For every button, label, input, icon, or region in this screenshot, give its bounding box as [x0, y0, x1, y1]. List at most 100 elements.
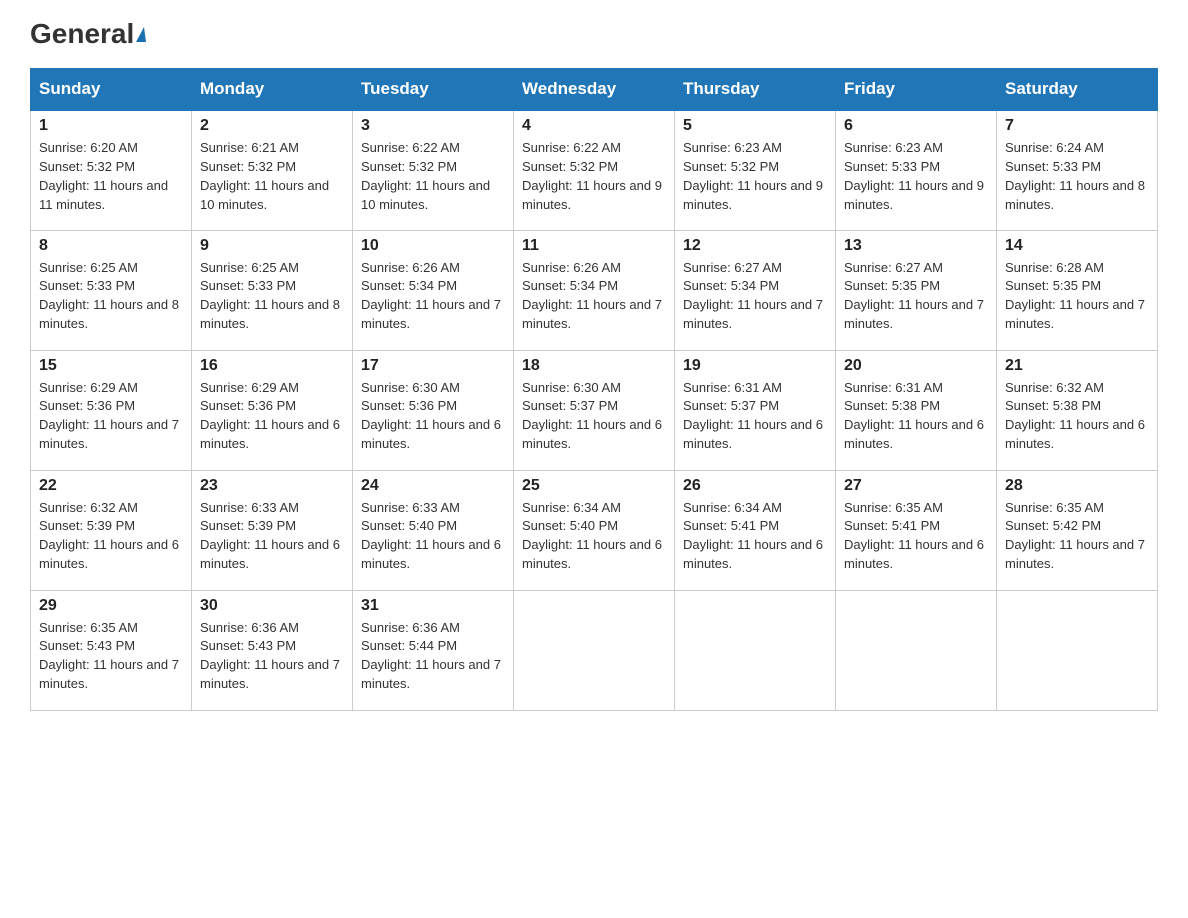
calendar-cell: 2 Sunrise: 6:21 AMSunset: 5:32 PMDayligh…: [192, 110, 353, 230]
day-info: Sunrise: 6:29 AMSunset: 5:36 PMDaylight:…: [200, 380, 340, 452]
col-header-wednesday: Wednesday: [514, 69, 675, 111]
day-info: Sunrise: 6:32 AMSunset: 5:38 PMDaylight:…: [1005, 380, 1145, 452]
day-number: 3: [361, 117, 505, 135]
day-info: Sunrise: 6:30 AMSunset: 5:37 PMDaylight:…: [522, 380, 662, 452]
logo: General: [30, 20, 146, 50]
calendar-cell: 19 Sunrise: 6:31 AMSunset: 5:37 PMDaylig…: [675, 350, 836, 470]
day-number: 19: [683, 357, 827, 375]
day-number: 27: [844, 477, 988, 495]
day-number: 29: [39, 597, 183, 615]
day-info: Sunrise: 6:35 AMSunset: 5:41 PMDaylight:…: [844, 500, 984, 572]
calendar-cell: 24 Sunrise: 6:33 AMSunset: 5:40 PMDaylig…: [353, 470, 514, 590]
day-number: 4: [522, 117, 666, 135]
day-info: Sunrise: 6:36 AMSunset: 5:44 PMDaylight:…: [361, 620, 501, 692]
day-number: 6: [844, 117, 988, 135]
calendar-cell: 13 Sunrise: 6:27 AMSunset: 5:35 PMDaylig…: [836, 230, 997, 350]
calendar-cell: 30 Sunrise: 6:36 AMSunset: 5:43 PMDaylig…: [192, 590, 353, 710]
calendar-cell: 17 Sunrise: 6:30 AMSunset: 5:36 PMDaylig…: [353, 350, 514, 470]
calendar-cell: 6 Sunrise: 6:23 AMSunset: 5:33 PMDayligh…: [836, 110, 997, 230]
day-info: Sunrise: 6:35 AMSunset: 5:42 PMDaylight:…: [1005, 500, 1145, 572]
col-header-monday: Monday: [192, 69, 353, 111]
day-number: 17: [361, 357, 505, 375]
day-number: 11: [522, 237, 666, 255]
day-info: Sunrise: 6:22 AMSunset: 5:32 PMDaylight:…: [522, 140, 662, 212]
day-number: 15: [39, 357, 183, 375]
calendar-cell: 15 Sunrise: 6:29 AMSunset: 5:36 PMDaylig…: [31, 350, 192, 470]
day-info: Sunrise: 6:27 AMSunset: 5:35 PMDaylight:…: [844, 260, 984, 332]
day-info: Sunrise: 6:23 AMSunset: 5:33 PMDaylight:…: [844, 140, 984, 212]
calendar-week-row: 15 Sunrise: 6:29 AMSunset: 5:36 PMDaylig…: [31, 350, 1158, 470]
day-info: Sunrise: 6:31 AMSunset: 5:38 PMDaylight:…: [844, 380, 984, 452]
calendar-week-row: 22 Sunrise: 6:32 AMSunset: 5:39 PMDaylig…: [31, 470, 1158, 590]
day-info: Sunrise: 6:29 AMSunset: 5:36 PMDaylight:…: [39, 380, 179, 452]
day-number: 1: [39, 117, 183, 135]
calendar-cell: 31 Sunrise: 6:36 AMSunset: 5:44 PMDaylig…: [353, 590, 514, 710]
day-number: 28: [1005, 477, 1149, 495]
col-header-friday: Friday: [836, 69, 997, 111]
day-info: Sunrise: 6:34 AMSunset: 5:40 PMDaylight:…: [522, 500, 662, 572]
day-info: Sunrise: 6:31 AMSunset: 5:37 PMDaylight:…: [683, 380, 823, 452]
calendar-cell: [514, 590, 675, 710]
day-number: 21: [1005, 357, 1149, 375]
calendar-cell: 8 Sunrise: 6:25 AMSunset: 5:33 PMDayligh…: [31, 230, 192, 350]
col-header-thursday: Thursday: [675, 69, 836, 111]
day-number: 7: [1005, 117, 1149, 135]
day-info: Sunrise: 6:24 AMSunset: 5:33 PMDaylight:…: [1005, 140, 1145, 212]
col-header-sunday: Sunday: [31, 69, 192, 111]
calendar-cell: 5 Sunrise: 6:23 AMSunset: 5:32 PMDayligh…: [675, 110, 836, 230]
calendar-cell: [675, 590, 836, 710]
day-info: Sunrise: 6:20 AMSunset: 5:32 PMDaylight:…: [39, 140, 168, 212]
day-number: 16: [200, 357, 344, 375]
day-info: Sunrise: 6:21 AMSunset: 5:32 PMDaylight:…: [200, 140, 329, 212]
day-number: 2: [200, 117, 344, 135]
calendar-cell: 22 Sunrise: 6:32 AMSunset: 5:39 PMDaylig…: [31, 470, 192, 590]
calendar-cell: 25 Sunrise: 6:34 AMSunset: 5:40 PMDaylig…: [514, 470, 675, 590]
day-number: 23: [200, 477, 344, 495]
calendar-cell: 23 Sunrise: 6:33 AMSunset: 5:39 PMDaylig…: [192, 470, 353, 590]
calendar-cell: 1 Sunrise: 6:20 AMSunset: 5:32 PMDayligh…: [31, 110, 192, 230]
calendar-cell: 14 Sunrise: 6:28 AMSunset: 5:35 PMDaylig…: [997, 230, 1158, 350]
day-number: 31: [361, 597, 505, 615]
day-number: 9: [200, 237, 344, 255]
calendar-cell: 7 Sunrise: 6:24 AMSunset: 5:33 PMDayligh…: [997, 110, 1158, 230]
calendar-week-row: 29 Sunrise: 6:35 AMSunset: 5:43 PMDaylig…: [31, 590, 1158, 710]
calendar-cell: 9 Sunrise: 6:25 AMSunset: 5:33 PMDayligh…: [192, 230, 353, 350]
calendar-cell: [997, 590, 1158, 710]
day-number: 30: [200, 597, 344, 615]
calendar-cell: 29 Sunrise: 6:35 AMSunset: 5:43 PMDaylig…: [31, 590, 192, 710]
day-number: 25: [522, 477, 666, 495]
calendar-week-row: 8 Sunrise: 6:25 AMSunset: 5:33 PMDayligh…: [31, 230, 1158, 350]
calendar-cell: 16 Sunrise: 6:29 AMSunset: 5:36 PMDaylig…: [192, 350, 353, 470]
calendar-cell: 27 Sunrise: 6:35 AMSunset: 5:41 PMDaylig…: [836, 470, 997, 590]
day-info: Sunrise: 6:32 AMSunset: 5:39 PMDaylight:…: [39, 500, 179, 572]
day-info: Sunrise: 6:35 AMSunset: 5:43 PMDaylight:…: [39, 620, 179, 692]
calendar-table: SundayMondayTuesdayWednesdayThursdayFrid…: [30, 68, 1158, 711]
day-number: 12: [683, 237, 827, 255]
day-number: 8: [39, 237, 183, 255]
col-header-saturday: Saturday: [997, 69, 1158, 111]
day-info: Sunrise: 6:23 AMSunset: 5:32 PMDaylight:…: [683, 140, 823, 212]
day-info: Sunrise: 6:25 AMSunset: 5:33 PMDaylight:…: [200, 260, 340, 332]
calendar-cell: 26 Sunrise: 6:34 AMSunset: 5:41 PMDaylig…: [675, 470, 836, 590]
calendar-cell: 11 Sunrise: 6:26 AMSunset: 5:34 PMDaylig…: [514, 230, 675, 350]
calendar-cell: 18 Sunrise: 6:30 AMSunset: 5:37 PMDaylig…: [514, 350, 675, 470]
calendar-cell: 21 Sunrise: 6:32 AMSunset: 5:38 PMDaylig…: [997, 350, 1158, 470]
calendar-cell: 28 Sunrise: 6:35 AMSunset: 5:42 PMDaylig…: [997, 470, 1158, 590]
day-info: Sunrise: 6:28 AMSunset: 5:35 PMDaylight:…: [1005, 260, 1145, 332]
calendar-week-row: 1 Sunrise: 6:20 AMSunset: 5:32 PMDayligh…: [31, 110, 1158, 230]
day-info: Sunrise: 6:33 AMSunset: 5:40 PMDaylight:…: [361, 500, 501, 572]
calendar-cell: 3 Sunrise: 6:22 AMSunset: 5:32 PMDayligh…: [353, 110, 514, 230]
calendar-cell: 10 Sunrise: 6:26 AMSunset: 5:34 PMDaylig…: [353, 230, 514, 350]
calendar-cell: 20 Sunrise: 6:31 AMSunset: 5:38 PMDaylig…: [836, 350, 997, 470]
day-info: Sunrise: 6:34 AMSunset: 5:41 PMDaylight:…: [683, 500, 823, 572]
page-header: General: [30, 20, 1158, 50]
day-info: Sunrise: 6:33 AMSunset: 5:39 PMDaylight:…: [200, 500, 340, 572]
day-info: Sunrise: 6:27 AMSunset: 5:34 PMDaylight:…: [683, 260, 823, 332]
day-number: 13: [844, 237, 988, 255]
day-info: Sunrise: 6:22 AMSunset: 5:32 PMDaylight:…: [361, 140, 490, 212]
day-number: 26: [683, 477, 827, 495]
logo-line1: General: [30, 20, 146, 48]
calendar-header-row: SundayMondayTuesdayWednesdayThursdayFrid…: [31, 69, 1158, 111]
calendar-cell: [836, 590, 997, 710]
day-info: Sunrise: 6:26 AMSunset: 5:34 PMDaylight:…: [361, 260, 501, 332]
